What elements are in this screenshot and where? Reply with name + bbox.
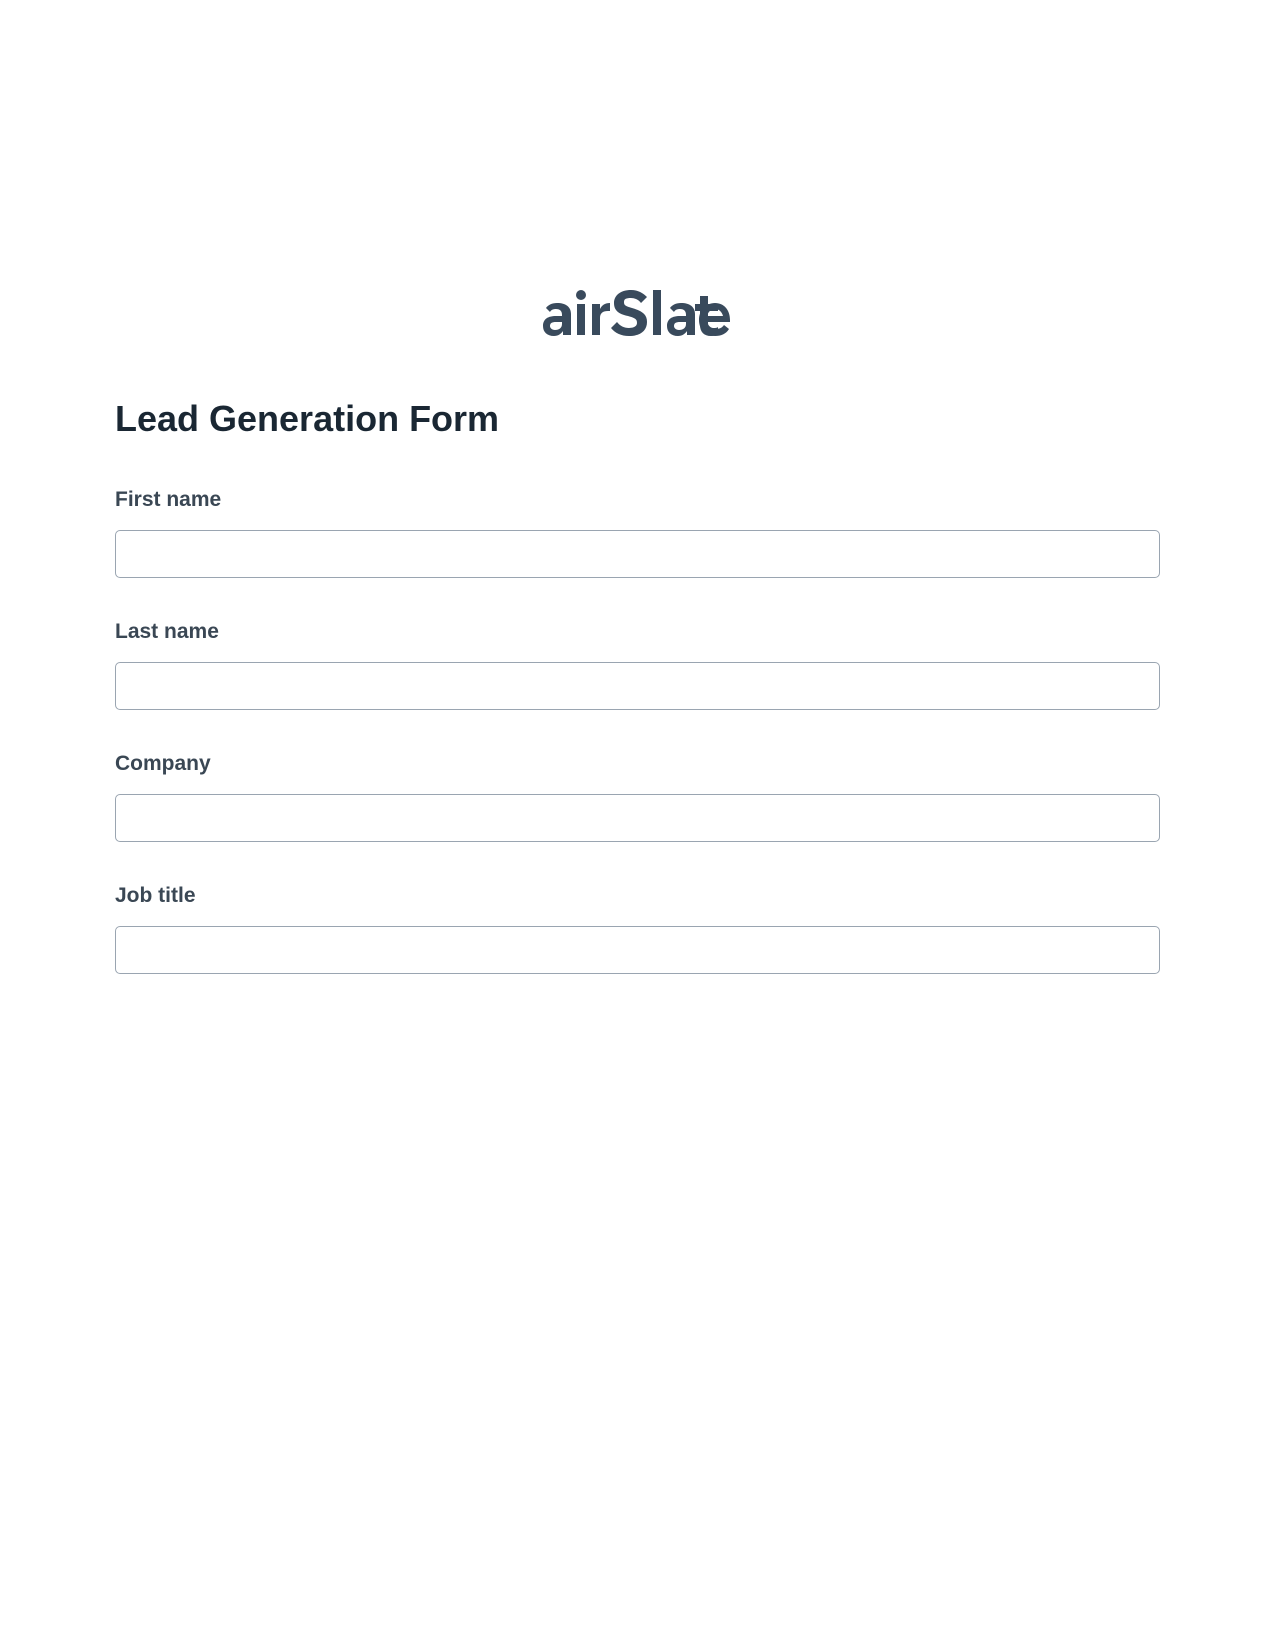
last-name-input[interactable]	[115, 662, 1160, 710]
field-job-title: Job title	[115, 884, 1160, 974]
first-name-input[interactable]	[115, 530, 1160, 578]
field-first-name: First name	[115, 488, 1160, 578]
airslate-logo-icon	[543, 290, 733, 343]
first-name-label: First name	[115, 488, 1160, 512]
company-label: Company	[115, 752, 1160, 776]
logo-container	[115, 290, 1160, 343]
form-title: Lead Generation Form	[115, 398, 1160, 440]
field-last-name: Last name	[115, 620, 1160, 710]
form-page: Lead Generation Form First name Last nam…	[0, 0, 1275, 974]
field-company: Company	[115, 752, 1160, 842]
job-title-input[interactable]	[115, 926, 1160, 974]
company-input[interactable]	[115, 794, 1160, 842]
job-title-label: Job title	[115, 884, 1160, 908]
last-name-label: Last name	[115, 620, 1160, 644]
